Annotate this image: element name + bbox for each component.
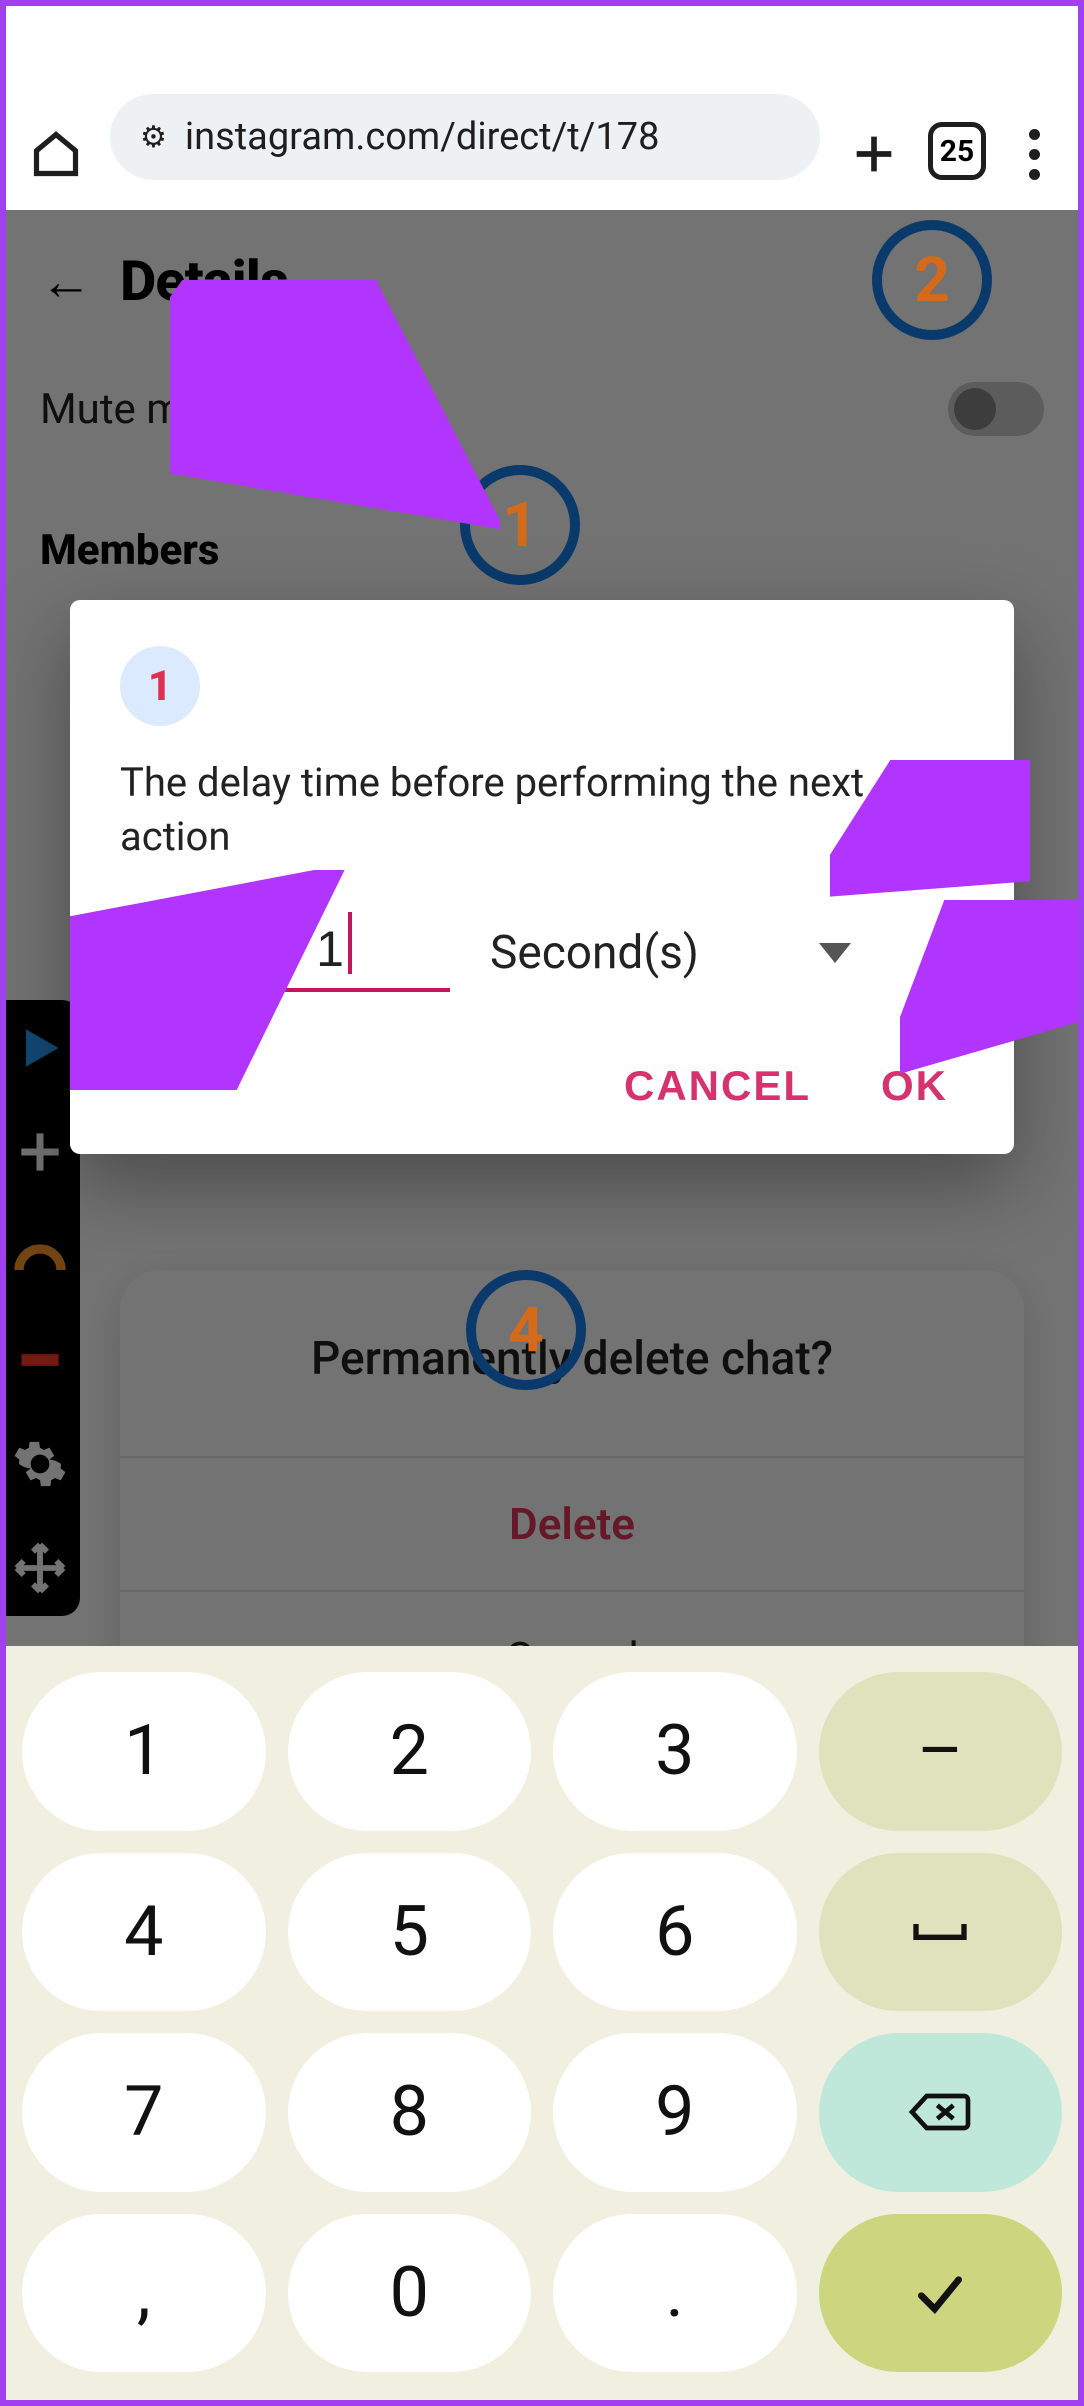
key-1[interactable]: 1 bbox=[22, 1672, 266, 1831]
unit-label: Second(s) bbox=[490, 926, 699, 980]
step-badge: 1 bbox=[120, 646, 200, 726]
key-space[interactable] bbox=[819, 1853, 1063, 2012]
numeric-keypad: 1 2 3 – 4 5 6 7 8 9 , 0 . bbox=[0, 1646, 1084, 2406]
key-3[interactable]: 3 bbox=[553, 1672, 797, 1831]
browser-chrome: ⚙ instagram.com/direct/t/178 25 bbox=[0, 0, 1084, 210]
annotation-arrow bbox=[900, 900, 1080, 1080]
overflow-menu-icon[interactable] bbox=[1014, 129, 1054, 180]
key-dot[interactable]: . bbox=[553, 2214, 797, 2373]
chevron-down-icon[interactable] bbox=[819, 943, 851, 963]
new-tab-icon[interactable] bbox=[848, 128, 900, 180]
key-0[interactable]: 0 bbox=[288, 2214, 532, 2373]
key-done[interactable] bbox=[819, 2214, 1063, 2373]
key-comma[interactable]: , bbox=[22, 2214, 266, 2373]
key-2[interactable]: 2 bbox=[288, 1672, 532, 1831]
annotation-arrow bbox=[830, 760, 1030, 910]
tab-count-button[interactable]: 25 bbox=[928, 122, 986, 180]
key-8[interactable]: 8 bbox=[288, 2033, 532, 2192]
annotation-arrow bbox=[70, 870, 350, 1090]
key-dash[interactable]: – bbox=[819, 1672, 1063, 1831]
home-icon[interactable] bbox=[30, 128, 82, 180]
key-backspace[interactable] bbox=[819, 2033, 1063, 2192]
key-5[interactable]: 5 bbox=[288, 1853, 532, 2012]
annotation-arrow bbox=[170, 280, 500, 540]
url-bar[interactable]: ⚙ instagram.com/direct/t/178 bbox=[110, 94, 820, 180]
key-7[interactable]: 7 bbox=[22, 2033, 266, 2192]
key-6[interactable]: 6 bbox=[553, 1853, 797, 2012]
key-4[interactable]: 4 bbox=[22, 1853, 266, 2012]
key-9[interactable]: 9 bbox=[553, 2033, 797, 2192]
url-text: instagram.com/direct/t/178 bbox=[185, 115, 660, 159]
annotation-circle-4: 4 bbox=[466, 1270, 586, 1390]
site-settings-icon[interactable]: ⚙ bbox=[140, 120, 167, 155]
cancel-button[interactable]: CANCEL bbox=[624, 1062, 811, 1110]
annotation-circle-2: 2 bbox=[872, 220, 992, 340]
